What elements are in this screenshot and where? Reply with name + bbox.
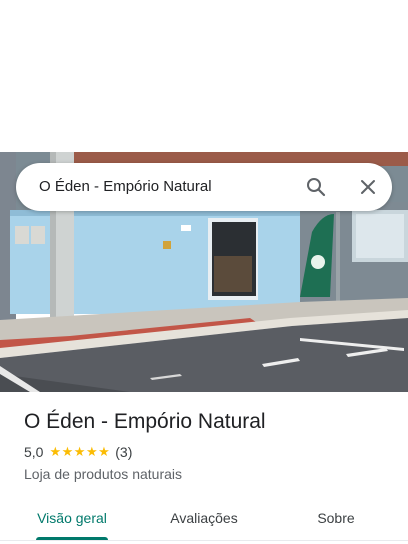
search-icon[interactable] <box>302 173 330 201</box>
place-category: Loja de produtos naturais <box>24 466 182 482</box>
search-bar[interactable]: O Éden - Empório Natural <box>16 163 392 211</box>
place-title: O Éden - Empório Natural <box>24 410 266 433</box>
review-count[interactable]: (3) <box>115 444 132 460</box>
search-query-text[interactable]: O Éden - Empório Natural <box>39 178 212 195</box>
star-icon: ★ <box>73 444 86 459</box>
star-icon: ★ <box>98 444 110 459</box>
tabs-divider <box>0 540 408 541</box>
place-tabs: Visão geral Avaliações Sobre <box>0 496 408 544</box>
tab-about[interactable]: Sobre <box>288 496 384 540</box>
place-info-panel: O Éden - Empório Natural 5,0 ★ ★ ★ ★ ★ (… <box>0 392 408 544</box>
close-icon[interactable] <box>354 173 382 201</box>
rating-value: 5,0 <box>24 444 44 460</box>
star-icon: ★ <box>61 444 74 459</box>
tab-reviews[interactable]: Avaliações <box>156 496 252 540</box>
tab-overview[interactable]: Visão geral <box>24 496 120 540</box>
rating-stars: ★ ★ ★ ★ ★ <box>49 445 110 459</box>
star-icon: ★ <box>85 444 98 459</box>
star-icon: ★ <box>49 444 62 459</box>
map-blank-area <box>0 0 408 152</box>
rating-row[interactable]: 5,0 ★ ★ ★ ★ ★ (3) <box>24 444 132 460</box>
